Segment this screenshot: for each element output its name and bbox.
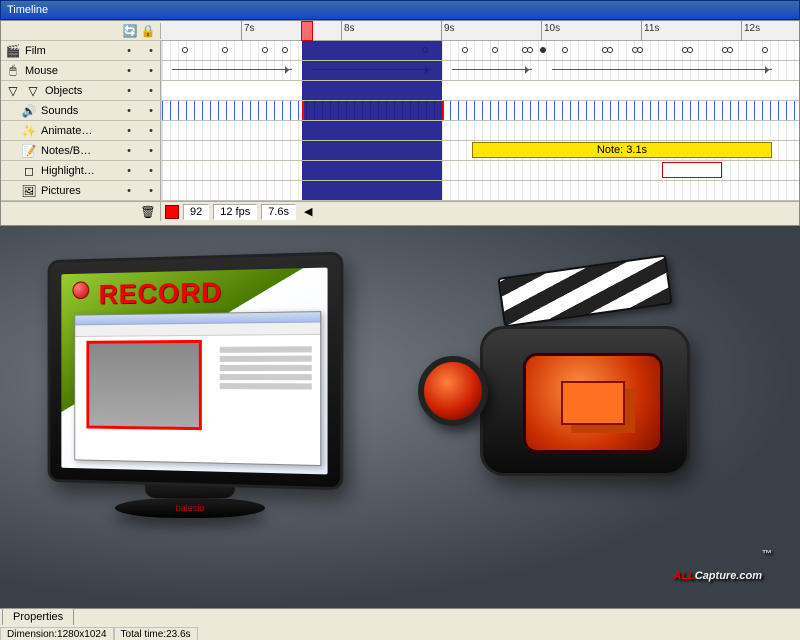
timeline-titlebar: Timeline [0,0,800,20]
tick-7s: 7s [241,21,255,41]
track-row-notesb[interactable]: 📝 Notes/B… • • Note: 3.1s [1,141,799,161]
track-label[interactable]: ✨ Animate… • • [1,121,161,140]
track-label[interactable]: 🎬 Film • • [1,41,161,60]
track-label[interactable]: 📝 Notes/B… • • [1,141,161,160]
track-vis-dot[interactable]: • [120,65,138,77]
stat-total-time: Total time:23.6s [114,627,198,640]
track-lane[interactable] [161,81,799,100]
track-lane[interactable] [161,61,799,80]
trademark: ™ [762,549,772,560]
track-row-pictures[interactable]: 🖼 Pictures • • [1,181,799,201]
track-icon: 🖱 [5,63,21,79]
track-lock-dot[interactable]: • [142,165,160,177]
track-vis-dot[interactable]: • [120,85,138,97]
track-lane[interactable] [161,181,799,200]
record-dot-icon [72,281,89,299]
track-icon: 🖼 [21,183,37,199]
monitor-graphic: RECORD balesio [40,256,340,526]
playhead[interactable] [301,21,313,41]
track-name: Notes/B… [41,145,91,157]
timeline-title: Timeline [7,4,48,16]
track-row-sounds[interactable]: 🔊 Sounds • • [1,101,799,121]
timeline-panel: 🔄 🔒 7s 8s 9s 10s 11s 12s 🎬 Film [0,20,800,226]
track-icon: ◻ [21,163,37,179]
brand-part-1: ALL [673,570,694,582]
track-lock-dot[interactable]: • [142,85,160,97]
track-lock-dot[interactable]: • [142,105,160,117]
tick-11s: 11s [641,21,659,41]
note-clip[interactable]: Note: 3.1s [472,142,772,158]
promo-artwork: RECORD balesio [0,226,800,608]
track-lock-dot[interactable]: • [142,125,160,137]
camera-lens-icon [418,356,488,426]
track-vis-dot[interactable]: • [120,45,138,57]
track-name: Animate… [41,125,92,137]
camera-screen [523,353,663,453]
scroll-left-icon[interactable]: ◀ [304,205,312,218]
track-row-highlight[interactable]: ◻ Highlight… • • [1,161,799,181]
track-name: Mouse [25,65,58,77]
track-lock-dot[interactable]: • [142,65,160,77]
stat-dimension: Dimension:1280x1024 [0,627,114,640]
track-vis-dot[interactable]: • [120,125,138,137]
lock-icon[interactable]: 🔒 [140,23,156,39]
track-vis-dot[interactable]: • [120,185,138,197]
timeline-header-row: 🔄 🔒 7s 8s 9s 10s 11s 12s [1,21,799,41]
track-lane[interactable] [161,121,799,140]
track-name: Sounds [41,105,78,117]
bottom-panel: Properties Dimension:1280x1024 Total tim… [0,608,800,640]
track-label[interactable]: 🔊 Sounds • • [1,101,161,120]
track-lane[interactable] [161,41,799,60]
track-label[interactable]: 🖼 Pictures • • [1,181,161,200]
track-label[interactable]: 🖱 Mouse • • [1,61,161,80]
disclosure-triangle-icon[interactable]: ▽ [5,83,21,99]
track-label[interactable]: ◻ Highlight… • • [1,161,161,180]
camera-graphic [440,286,720,516]
track-row-objects[interactable]: ▽ ▽ Objects • • [1,81,799,101]
current-frame: 92 [183,204,209,220]
track-name: Film [25,45,46,57]
track-row-animate[interactable]: ✨ Animate… • • [1,121,799,141]
track-lane[interactable]: Note: 3.1s [161,141,799,160]
track-lock-dot[interactable]: • [142,185,160,197]
trash-icon[interactable]: 🗑 [140,204,156,220]
tab-properties[interactable]: Properties [2,608,74,625]
tick-10s: 10s [541,21,560,41]
tick-12s: 12s [741,21,760,41]
track-label[interactable]: ▽ ▽ Objects • • [1,81,161,100]
track-name: Highlight… [41,165,95,177]
snap-icon[interactable]: 🔄 [122,23,138,39]
track-lane[interactable] [161,161,799,180]
track-icon: 📝 [21,143,37,159]
selection-marker-icon [165,205,179,219]
monitor-brand: balesio [115,498,265,518]
tick-9s: 9s [441,21,455,41]
track-name: Pictures [41,185,81,197]
brand-logo: ALLCapture.com™ [673,549,772,588]
track-lock-dot[interactable]: • [142,145,160,157]
track-name: Objects [45,85,82,97]
track-icon: ✨ [21,123,37,139]
video-frame [86,340,201,430]
time-ruler[interactable]: 7s 8s 9s 10s 11s 12s [161,21,799,41]
track-lane[interactable] [161,101,799,120]
fps-display: 12 fps [213,204,257,220]
current-time: 7.6s [261,204,296,220]
timeline-status-row: 🗑 92 12 fps 7.6s ◀ [1,201,799,221]
clapper-icon [497,254,672,327]
browser-mock [74,311,321,466]
track-vis-dot[interactable]: • [120,165,138,177]
track-row-film[interactable]: 🎬 Film • • [1,41,799,61]
track-vis-dot[interactable]: • [120,105,138,117]
track-icon: 🎬 [5,43,21,59]
record-label: RECORD [99,276,223,310]
track-icon: 🔊 [21,103,37,119]
track-vis-dot[interactable]: • [120,145,138,157]
highlight-clip[interactable] [662,162,722,178]
track-row-mouse[interactable]: 🖱 Mouse • • [1,61,799,81]
tick-8s: 8s [341,21,355,41]
track-lock-dot[interactable]: • [142,45,160,57]
brand-part-2: Capture.com [695,570,762,582]
track-icon: ▽ [25,83,41,99]
